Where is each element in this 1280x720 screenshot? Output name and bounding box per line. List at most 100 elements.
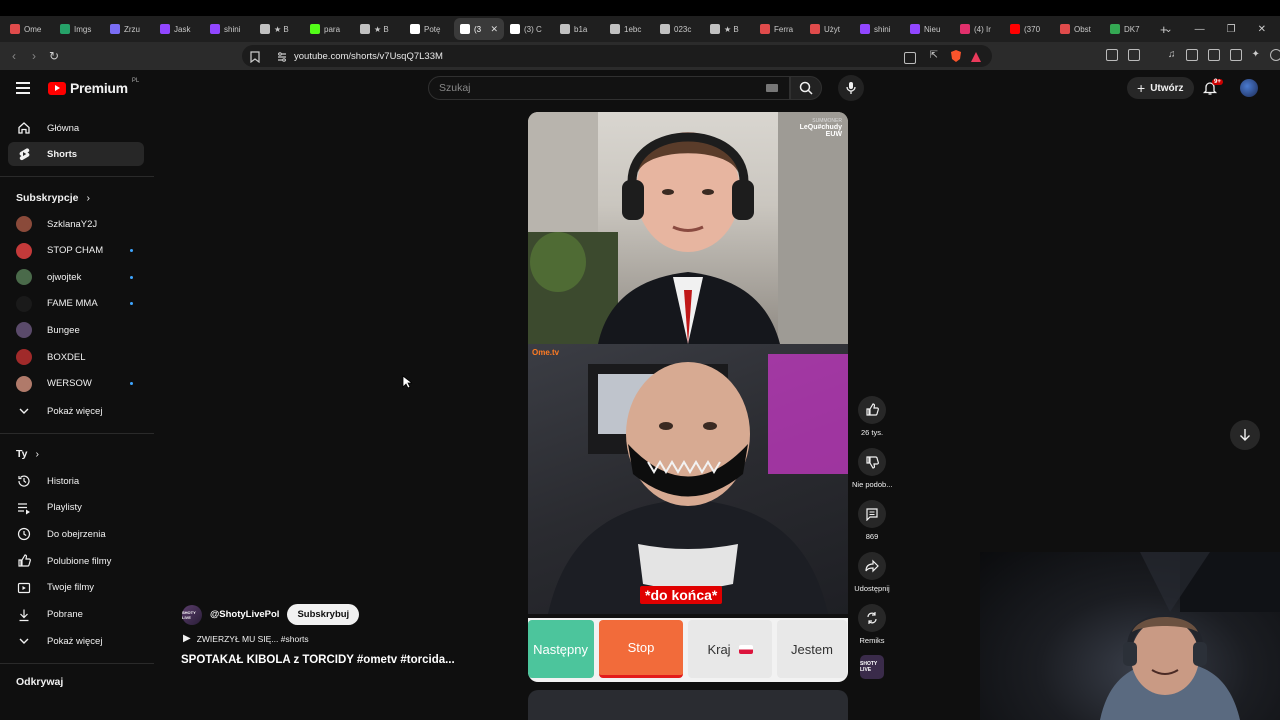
- sidebar-item-your-videos[interactable]: Twoje filmy: [8, 576, 144, 600]
- back-icon[interactable]: ‹: [4, 49, 24, 63]
- channel-avatar[interactable]: SHOTY LIVE: [182, 604, 202, 625]
- browser-tab[interactable]: Potę: [404, 18, 454, 40]
- sidebar-subscription[interactable]: Bungee: [8, 318, 144, 342]
- tab-label: (370: [1024, 24, 1041, 34]
- media-icon[interactable]: ♫: [1168, 49, 1176, 61]
- sidebar-item-home[interactable]: Główna: [8, 116, 144, 140]
- reload-icon[interactable]: ↻: [44, 49, 64, 63]
- tab-search-icon[interactable]: ⌄: [1164, 24, 1172, 35]
- browser-extensions: ♫ ✦ ≡: [1106, 49, 1280, 61]
- forward-icon[interactable]: ›: [24, 49, 44, 63]
- browser-tab[interactable]: 1ebc: [604, 18, 654, 40]
- browser-tab[interactable]: Ferra: [754, 18, 804, 40]
- shorts-icon: [16, 146, 32, 162]
- reading-list-icon[interactable]: [1185, 49, 1198, 61]
- browser-tab[interactable]: Imgs: [54, 18, 104, 40]
- search-button[interactable]: [790, 76, 822, 100]
- sidebar-item-watch-later[interactable]: Do obejrzenia: [8, 522, 144, 546]
- screenshot-icon[interactable]: [1128, 49, 1140, 61]
- subscribe-button[interactable]: Subskrybuj: [287, 604, 360, 625]
- sidebar-item-downloads[interactable]: Pobrane: [8, 603, 144, 627]
- browser-tab[interactable]: 023c: [654, 18, 704, 40]
- share-page-icon[interactable]: ⇱: [930, 50, 938, 61]
- browser-tab[interactable]: ★ B: [354, 18, 404, 40]
- browser-tab[interactable]: para: [304, 18, 354, 40]
- share-button[interactable]: Udostępnij: [852, 552, 892, 593]
- tab-close-icon[interactable]: ✕: [490, 24, 498, 35]
- browser-tab[interactable]: DK7: [1104, 18, 1154, 40]
- tab-label: (3: [474, 24, 482, 34]
- guide-menu-icon[interactable]: [16, 82, 30, 94]
- sidebar-subscription[interactable]: STOP CHAM: [8, 239, 144, 263]
- sidebar-subscription[interactable]: BOXDEL: [8, 345, 144, 369]
- search-input[interactable]: [439, 82, 739, 94]
- subs-show-more[interactable]: Pokaż więcej: [8, 399, 144, 423]
- browser-tab[interactable]: Nieu: [904, 18, 954, 40]
- channel-handle[interactable]: @ShotyLivePol: [210, 609, 279, 620]
- browser-tab[interactable]: ★ B: [704, 18, 754, 40]
- browser-tab[interactable]: ★ B: [254, 18, 304, 40]
- sidebar-subscription[interactable]: SzklanaY2J: [8, 212, 144, 236]
- comments-button[interactable]: 869: [852, 500, 892, 541]
- remix-label: Remiks: [859, 636, 885, 645]
- sidebar-item-history[interactable]: Historia: [8, 469, 144, 493]
- site-info-icon[interactable]: [276, 50, 288, 68]
- playlist-link[interactable]: ▶ ZWIERZYŁ MU SIĘ... #shorts: [183, 633, 309, 644]
- create-button[interactable]: + Utwórz: [1127, 77, 1194, 99]
- browser-tab[interactable]: (3 ✕: [454, 18, 504, 40]
- you-show-more[interactable]: Pokaż więcej: [8, 629, 144, 653]
- new-content-dot: [130, 382, 133, 386]
- browser-tab[interactable]: Obst: [1054, 18, 1104, 40]
- sidebar-subscription[interactable]: FAME MMA: [8, 292, 144, 316]
- sidebar-item-shorts[interactable]: Shorts: [8, 142, 144, 166]
- browser-tab[interactable]: Jask: [154, 18, 204, 40]
- you-heading[interactable]: Ty ›: [16, 448, 39, 460]
- rewards-icon[interactable]: [970, 50, 982, 68]
- maximize-icon[interactable]: ❐: [1227, 24, 1236, 35]
- channel-thumb[interactable]: SHOTY LIVE: [860, 655, 884, 679]
- browser-tab[interactable]: Użyt: [804, 18, 854, 40]
- keyboard-icon[interactable]: [766, 84, 778, 92]
- sidebar-subscription[interactable]: ojwojtek: [8, 265, 144, 289]
- next-short-preview[interactable]: [528, 690, 848, 720]
- browser-tab[interactable]: Zrzu: [104, 18, 154, 40]
- country-button: Kraj: [688, 620, 772, 678]
- sidebar-item-playlists[interactable]: Playlisty: [8, 496, 144, 520]
- browser-tab[interactable]: (370: [1004, 18, 1054, 40]
- browser-tab[interactable]: (3) C: [504, 18, 554, 40]
- like-button[interactable]: 26 tys.: [852, 396, 892, 437]
- close-window-icon[interactable]: ✕: [1258, 24, 1266, 35]
- channel-avatar: [16, 295, 32, 312]
- browser-tab[interactable]: Ome: [4, 18, 54, 40]
- browser-tab[interactable]: (4) Ir: [954, 18, 1004, 40]
- next-short-button[interactable]: [1230, 420, 1260, 450]
- tab-favicon-icon: [110, 24, 120, 34]
- address-bar[interactable]: youtube.com/shorts/v7UsqQ7L33M ⇱: [242, 45, 992, 67]
- wallet-icon[interactable]: [1229, 49, 1242, 61]
- youtube-logo[interactable]: Premium PL: [48, 78, 139, 96]
- sidebar-item-label: Historia: [47, 475, 80, 487]
- brave-shield-icon[interactable]: [950, 49, 962, 68]
- cast-icon[interactable]: [904, 51, 916, 69]
- subscriptions-heading[interactable]: Subskrypcje ›: [16, 192, 90, 204]
- remix-button[interactable]: Remiks: [852, 604, 892, 645]
- bookmark-icon[interactable]: [250, 50, 260, 68]
- browser-tab[interactable]: shini: [854, 18, 904, 40]
- search-box[interactable]: [428, 76, 790, 100]
- dislike-button[interactable]: Nie podob...: [852, 448, 892, 489]
- video-title[interactable]: SPOTAKAŁ KIBOLA z TORCIDY #ometv #torcid…: [181, 654, 481, 666]
- browser-tab-bar: Ome Imgs Zrzu Jask shini ★ B para ★ B Potę (3 ✕ (3)…: [0, 16, 1280, 42]
- minimize-icon[interactable]: —: [1195, 24, 1205, 35]
- browser-tab[interactable]: b1a: [554, 18, 604, 40]
- vpn-icon[interactable]: [1269, 49, 1280, 61]
- voice-search-button[interactable]: [838, 75, 864, 101]
- sidebar-subscription[interactable]: WERSOW: [8, 372, 144, 396]
- sidebar-icon[interactable]: [1207, 49, 1220, 61]
- extensions-icon[interactable]: [1106, 49, 1118, 61]
- leo-icon[interactable]: ✦: [1252, 49, 1260, 61]
- tab-favicon-icon: [710, 24, 720, 34]
- short-video-player[interactable]: SUMMONER LeQu#chudy EUW Ome.tv *do końca…: [528, 112, 848, 682]
- account-avatar[interactable]: [1240, 79, 1258, 97]
- browser-tab[interactable]: shini: [204, 18, 254, 40]
- sidebar-item-liked[interactable]: Polubione filmy: [8, 549, 144, 573]
